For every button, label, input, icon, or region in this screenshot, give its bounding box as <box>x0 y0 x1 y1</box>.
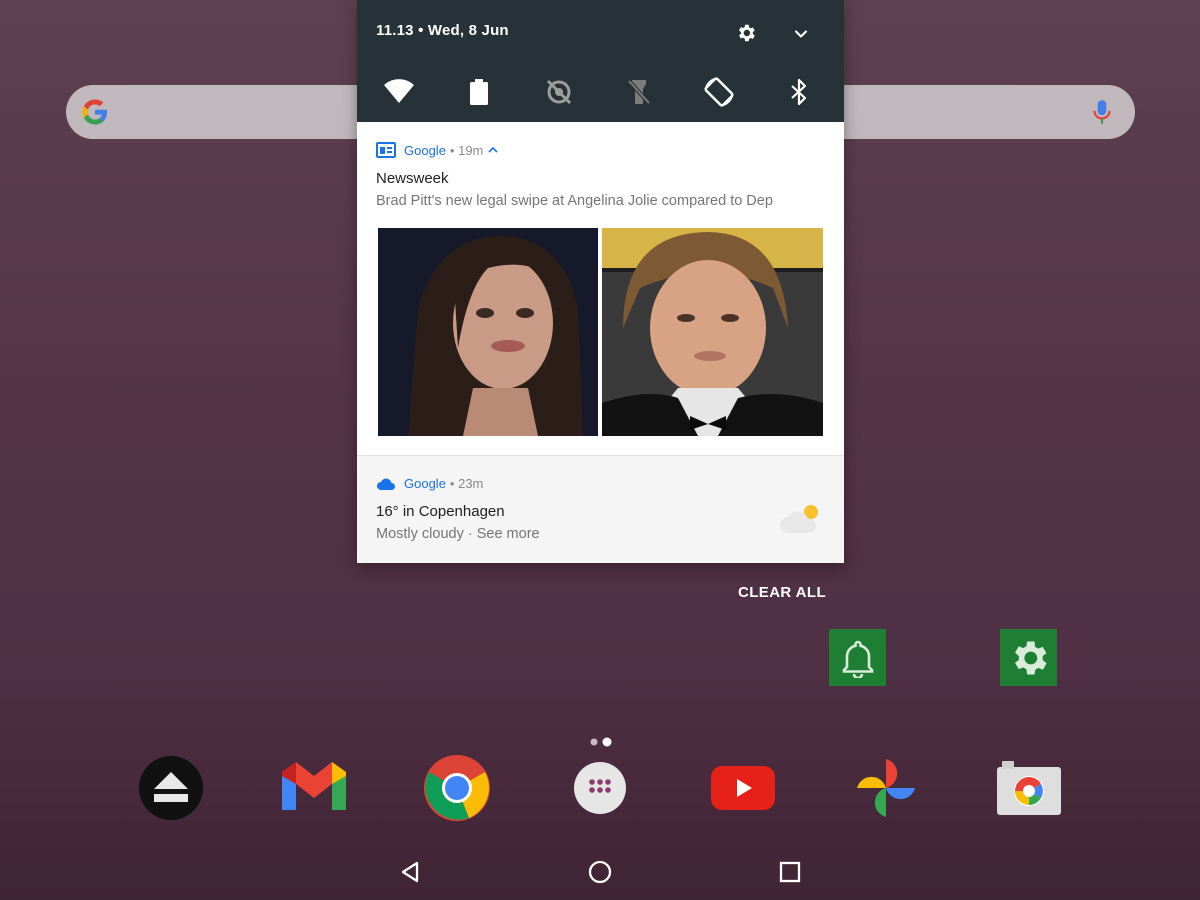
navigation-bar <box>0 840 1200 900</box>
auto-rotate-icon[interactable] <box>703 76 735 108</box>
chrome-icon[interactable] <box>423 754 491 822</box>
bluetooth-icon[interactable] <box>783 76 815 108</box>
chevron-down-icon[interactable] <box>791 24 811 49</box>
notification-title: 16° in Copenhagen <box>376 503 505 520</box>
status-time-date: 11.13 • Wed, 8 Jun <box>376 22 509 39</box>
recents-icon[interactable] <box>770 852 810 892</box>
camera-icon[interactable] <box>995 754 1063 822</box>
bell-icon[interactable] <box>829 629 886 686</box>
battery-icon[interactable] <box>463 76 495 108</box>
chevron-up-icon[interactable] <box>488 146 498 154</box>
notification-app-name: Google <box>404 142 446 158</box>
notification-shade: 11.13 • Wed, 8 Jun Google • 19m Newsweek… <box>357 0 844 563</box>
partly-cloudy-icon <box>778 501 826 542</box>
wifi-icon[interactable] <box>383 76 415 108</box>
location-off-icon[interactable] <box>543 76 575 108</box>
notification-card-weather[interactable]: Google • 23m 16° in Copenhagen Mostly cl… <box>357 456 844 563</box>
home-icon[interactable] <box>580 852 620 892</box>
gmail-icon[interactable] <box>280 754 348 822</box>
google-logo-icon <box>80 97 110 132</box>
news-photo <box>378 228 823 436</box>
notification-card-news[interactable]: Google • 19m Newsweek Brad Pitt's new le… <box>357 122 844 455</box>
news-icon <box>376 142 396 158</box>
gear-icon[interactable] <box>735 22 757 49</box>
notification-time: • 19m <box>449 142 484 158</box>
gear-icon[interactable] <box>1000 629 1057 686</box>
notification-title: Newsweek <box>376 170 449 187</box>
cloud-icon <box>376 477 396 491</box>
notification-text: Mostly cloudy · See more <box>376 526 540 542</box>
text-fade <box>794 191 824 213</box>
clear-all-button[interactable]: CLEAR ALL <box>738 584 826 601</box>
back-icon[interactable] <box>390 852 430 892</box>
eject-icon[interactable] <box>137 754 205 822</box>
notification-app-name: Google <box>404 476 446 491</box>
photos-icon[interactable] <box>852 754 920 822</box>
page-indicator <box>589 734 613 752</box>
flashlight-off-icon[interactable] <box>623 76 655 108</box>
notification-header: Google • 19m <box>376 142 498 158</box>
notification-text: Brad Pitt's new legal swipe at Angelina … <box>376 193 773 209</box>
quick-settings-panel: 11.13 • Wed, 8 Jun <box>357 0 844 122</box>
youtube-icon[interactable] <box>709 754 777 822</box>
app-drawer-icon[interactable] <box>566 754 634 822</box>
microphone-icon[interactable] <box>1089 98 1115 131</box>
notification-time: • 23m <box>449 476 484 491</box>
notification-header: Google • 23m <box>376 476 483 491</box>
